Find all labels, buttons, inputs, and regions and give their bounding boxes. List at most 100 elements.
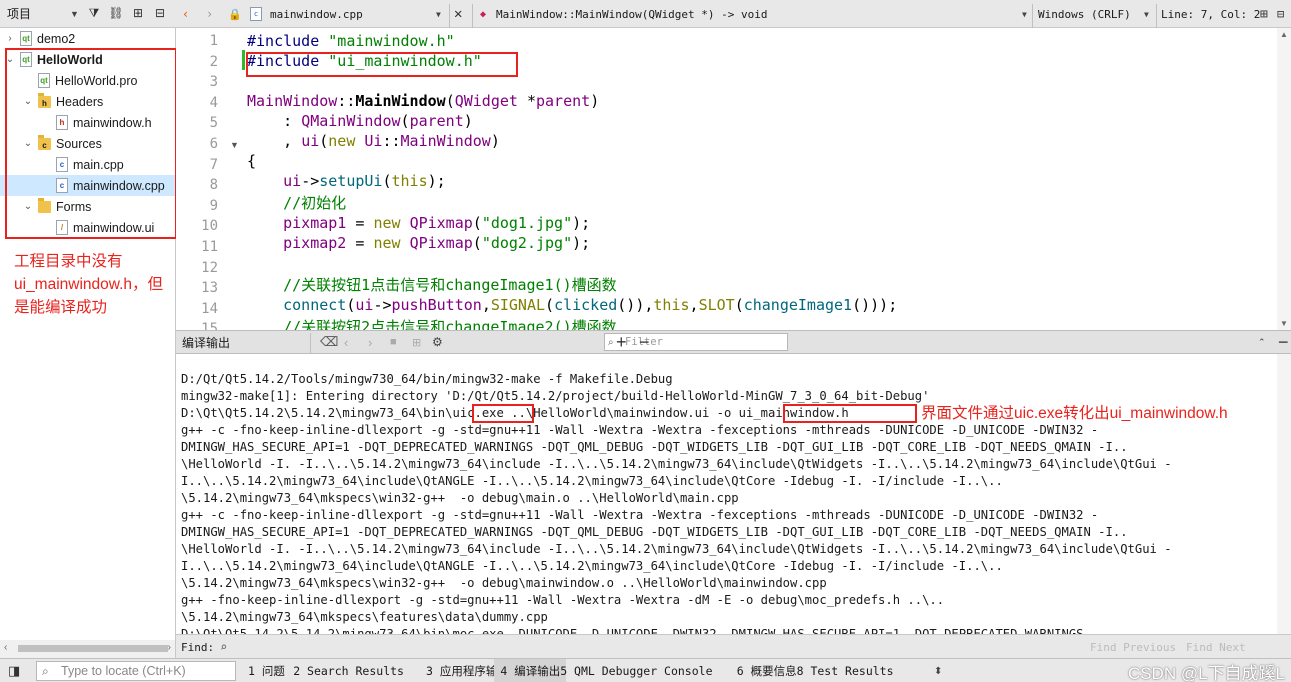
code-line: //关联按钮2点击信号和changeImage2()槽函数: [283, 318, 617, 330]
close-file-icon[interactable]: ✕: [454, 0, 462, 28]
output-annotation: 界面文件通过uic.exe转化出ui_mainwindow.h: [921, 405, 1228, 422]
maximize-panel-icon[interactable]: ⌃: [1258, 331, 1266, 353]
editor-toolbar: ‹ › 🔒 c mainwindow.cpp ▼ ✕ ◆ MainWindow:…: [176, 0, 1291, 32]
line-number: 13: [201, 280, 218, 297]
clear-output-icon[interactable]: ⌫: [320, 331, 338, 353]
project-panel-title: 项目: [7, 7, 32, 21]
scrollbar-thumb[interactable]: [18, 645, 168, 652]
cpp-file-icon: c: [250, 7, 262, 21]
locate-input[interactable]: Type to locate (Ctrl+K): [36, 661, 236, 681]
code-line: {: [247, 152, 257, 170]
fold-arrow-icon[interactable]: ▼: [230, 140, 239, 150]
output-toolbar: 编译输出 ⌫ ‹ › ■ ⊞ ⚙ Filter ⌕ + − ⌃ −: [176, 330, 1291, 355]
project-annotation: 工程目录中没有ui_mainwindow.h，但是能编译成功: [14, 253, 164, 316]
output-line: g++ -c -fno-keep-inline-dllexport -g -st…: [181, 508, 1099, 522]
close-editor-icon[interactable]: ⊟: [1277, 0, 1284, 28]
qt-project-icon: qt: [20, 31, 32, 46]
output-vertical-scrollbar[interactable]: [1277, 354, 1291, 634]
stop-icon[interactable]: ■: [390, 331, 397, 353]
output-line: \5.14.2\mingw73_64\mkspecs\features\data…: [181, 610, 548, 624]
annotation-box-ui-header: [783, 404, 917, 423]
find-search-icon[interactable]: ⌕: [220, 635, 227, 659]
editor-vertical-scrollbar[interactable]: ▲ ▼: [1277, 28, 1291, 330]
code-line: connect(ui->pushButton,SIGNAL(clicked())…: [283, 296, 898, 314]
output-line: I..\..\5.14.2\mingw73_64\include\QtANGLE…: [181, 474, 1003, 488]
line-number: 8: [209, 177, 218, 194]
line-number: 15: [201, 321, 218, 330]
output-line: D:/Qt/Qt5.14.2/Tools/mingw730_64/bin/min…: [181, 372, 673, 386]
compile-output[interactable]: D:/Qt/Qt5.14.2/Tools/mingw730_64/bin/min…: [176, 354, 1291, 634]
panel-select-chevron-icon[interactable]: ▼: [70, 9, 79, 19]
output-filter-input[interactable]: Filter: [604, 333, 788, 351]
current-file-name[interactable]: mainwindow.cpp: [270, 0, 363, 28]
code-line: : QMainWindow(parent): [247, 112, 473, 130]
line-number: 14: [201, 300, 218, 317]
link-icon[interactable]: ⛓: [108, 5, 124, 21]
lock-icon[interactable]: 🔒: [228, 0, 242, 28]
output-tab[interactable]: 1 问题: [242, 659, 291, 682]
zoom-icon[interactable]: ⊞: [412, 331, 421, 353]
expand-arrow-icon[interactable]: ›: [4, 33, 16, 44]
line-number: 9: [209, 197, 218, 214]
code-line: //初始化: [283, 194, 347, 212]
scroll-down-icon[interactable]: ▼: [1280, 319, 1288, 328]
back-arrow-icon[interactable]: ‹: [182, 0, 189, 28]
more-tabs-icon[interactable]: ⬍: [934, 659, 942, 682]
forward-arrow-icon[interactable]: ›: [206, 0, 213, 28]
output-line: \5.14.2\mingw73_64\mkspecs\win32-g++ -o …: [181, 491, 739, 505]
line-number: 2: [209, 53, 218, 70]
find-previous-button[interactable]: Find Previous: [1090, 635, 1176, 659]
line-ending-chevron-icon[interactable]: ▼: [1144, 0, 1149, 28]
code-line: //关联按钮1点击信号和changeImage1()槽函数: [283, 276, 617, 294]
toolbar-separator: [310, 333, 311, 355]
code-line: #include "mainwindow.h": [247, 32, 455, 50]
toggle-sidebar-icon[interactable]: ◨: [8, 659, 20, 682]
output-line: g++ -fno-keep-inline-dllexport -g -std=g…: [181, 593, 945, 607]
output-line: \HelloWorld -I. -I..\..\5.14.2\mingw73_6…: [181, 542, 1172, 556]
filter-icon[interactable]: ⧩: [86, 5, 102, 21]
previous-item-icon[interactable]: ‹: [344, 331, 348, 353]
tree-item[interactable]: › qt demo2: [0, 28, 175, 49]
line-number: 6: [209, 136, 218, 152]
file-select-chevron-icon[interactable]: ▼: [436, 0, 441, 28]
symbol-select-chevron-icon[interactable]: ▼: [1022, 0, 1027, 28]
line-number-gutter: 1 2 3 4 5 6 7 8 9 10 11 12 13 14 15: [176, 28, 246, 330]
line-number: 4: [209, 94, 218, 111]
code-line: pixmap1 = new QPixmap("dog1.jpg");: [283, 214, 591, 232]
output-tab[interactable]: 5 QML Debugger Console: [554, 659, 718, 682]
current-symbol[interactable]: MainWindow::MainWindow(QWidget *) -> voi…: [496, 0, 768, 28]
output-tab[interactable]: 2 Search Results: [287, 659, 410, 682]
close-panel-icon[interactable]: ⊟: [152, 5, 168, 21]
project-panel-toolbar: 项目 ▼ ⧩ ⛓ ⊞ ⊟: [0, 0, 176, 28]
project-toolbar-icons: ⧩ ⛓ ⊞ ⊟: [86, 5, 168, 21]
split-editor-icon[interactable]: ⊞: [1260, 0, 1268, 28]
code-editor[interactable]: 1 2 3 4 5 6 7 8 9 10 11 12 13 14 15 ▼ #include "mainwi…: [176, 28, 1291, 330]
cursor-position: Line: 7, Col: 2: [1161, 7, 1261, 21]
scroll-left-icon[interactable]: ‹: [4, 642, 7, 653]
scroll-right-icon[interactable]: ›: [168, 642, 171, 653]
line-ending[interactable]: Windows (CRLF): [1038, 0, 1131, 28]
annotation-box-uic: [472, 404, 534, 423]
find-next-button[interactable]: Find Next: [1186, 635, 1246, 659]
line-number: 11: [201, 239, 218, 255]
code-line: , ui(new Ui::MainWindow): [247, 132, 500, 150]
next-item-icon[interactable]: ›: [368, 331, 372, 353]
line-number: 1: [209, 33, 218, 49]
output-tab[interactable]: 8 Test Results: [791, 659, 900, 682]
output-line: DMINGW_HAS_SECURE_API=1 -DQT_DEPRECATED_…: [181, 440, 1128, 454]
status-bar: ◨ Type to locate (Ctrl+K) ⌕ 1 问题 2 Search…: [0, 658, 1291, 682]
settings-gear-icon[interactable]: ⚙: [432, 331, 443, 353]
add-icon[interactable]: +: [616, 331, 627, 353]
symbol-icon: ◆: [480, 8, 487, 20]
split-icon[interactable]: ⊞: [130, 5, 146, 21]
project-horizontal-scrollbar[interactable]: ‹ ›: [0, 640, 176, 658]
output-line: g++ -c -fno-keep-inline-dllexport -g -st…: [181, 423, 1099, 437]
close-output-icon[interactable]: −: [1278, 331, 1289, 353]
code-line: pixmap2 = new QPixmap("dog2.jpg");: [283, 234, 591, 252]
code-line: ui->setupUi(this);: [283, 172, 446, 190]
tree-item-label: demo2: [37, 31, 76, 46]
minus-icon[interactable]: −: [639, 331, 650, 353]
output-panel-title: 编译输出: [182, 335, 231, 350]
scroll-up-icon[interactable]: ▲: [1280, 30, 1288, 39]
modified-line-marker: [242, 50, 245, 70]
